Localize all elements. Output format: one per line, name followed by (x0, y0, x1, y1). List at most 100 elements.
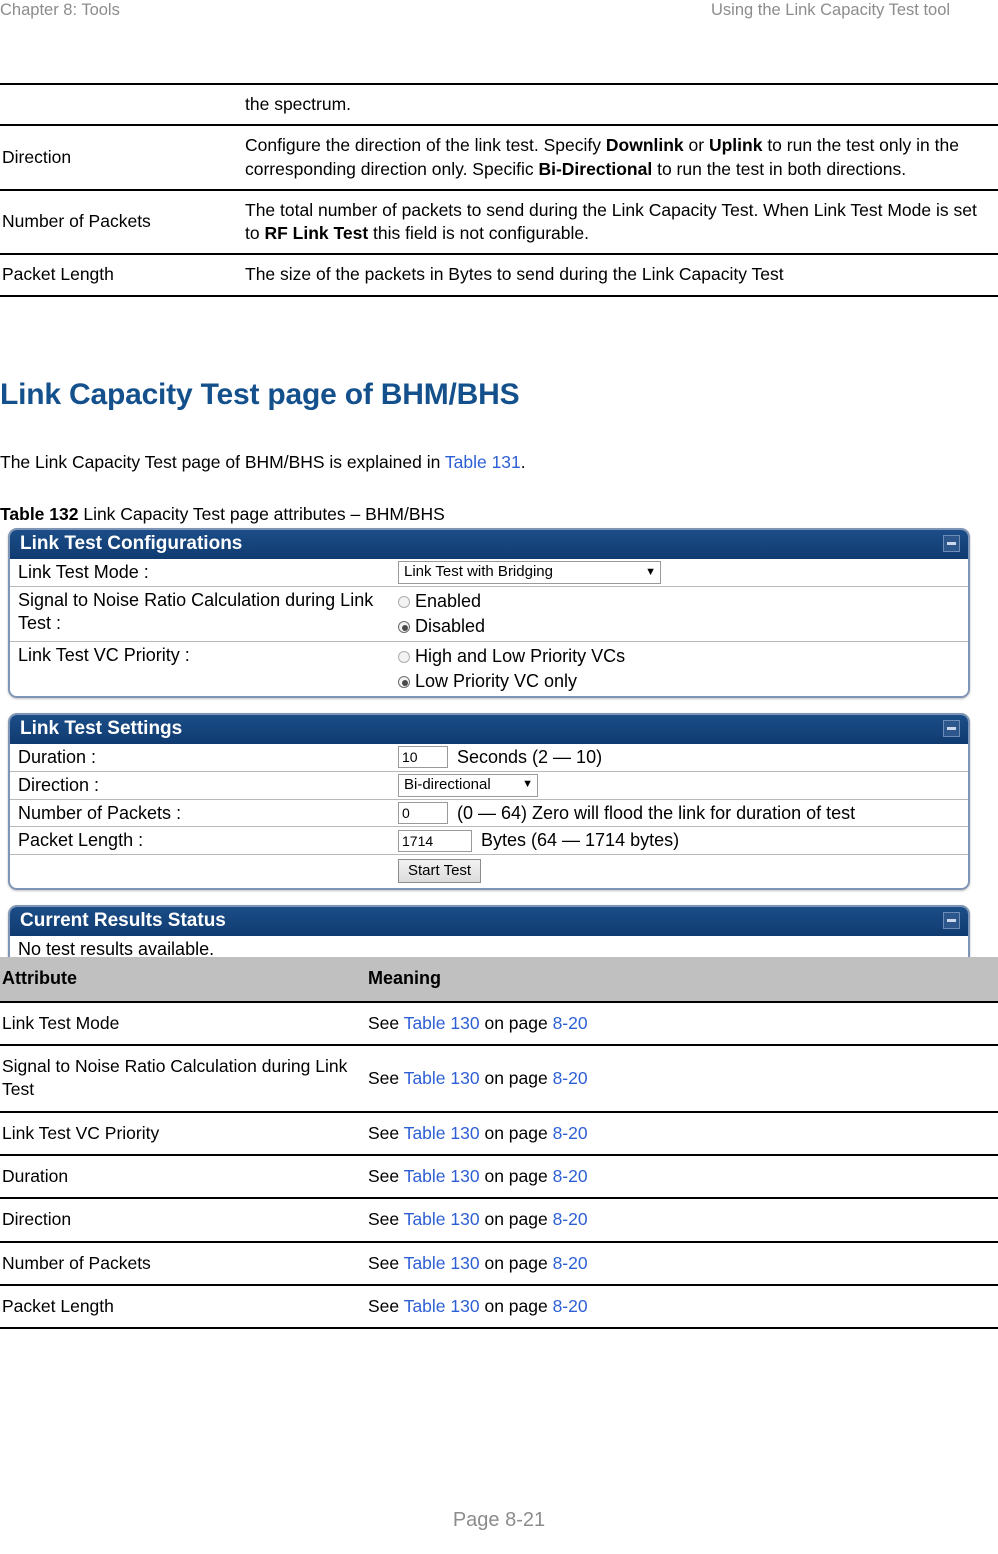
table-130-crossref[interactable]: Table 130 (404, 1068, 480, 1088)
table-130-crossref[interactable]: Table 130 (404, 1123, 480, 1143)
cell-meaning: The total number of packets to send duri… (212, 190, 998, 255)
link-test-configurations-panel: Link Test Configurations Link Test Mode … (8, 528, 970, 699)
page-8-20-crossref[interactable]: 8-20 (553, 1296, 588, 1316)
page-8-20-crossref[interactable]: 8-20 (553, 1068, 588, 1088)
duration-input[interactable]: 10 (398, 746, 448, 769)
vc-low-only-label: Low Priority VC only (415, 671, 578, 692)
direction-row: Direction : Bi-directional ▼ (10, 772, 968, 800)
radio-icon (398, 595, 410, 608)
snr-disabled-label: Disabled (415, 616, 486, 637)
on-page-text: on page (479, 1295, 553, 1316)
page-8-20-crossref[interactable]: 8-20 (553, 1013, 588, 1033)
snr-calculation-row: Signal to Noise Ratio Calculation during… (10, 587, 968, 643)
table-130-crossref[interactable]: Table 130 (404, 1166, 480, 1186)
cell-meaning: See Table 130 on page 8-20 (368, 1155, 998, 1198)
table-row: Direction Configure the direction of the … (0, 125, 998, 190)
table-130-crossref[interactable]: Table 130 (404, 1253, 480, 1273)
see-prefix: See (368, 1012, 404, 1033)
meaning-text: or (683, 135, 709, 156)
see-prefix: See (368, 1166, 404, 1186)
chevron-down-icon: ▼ (522, 778, 533, 791)
page-8-20-crossref[interactable]: 8-20 (553, 1166, 588, 1186)
start-test-button[interactable]: Start Test (398, 859, 482, 884)
emphasis-term: Uplink (708, 135, 763, 156)
duration-value: 10 Seconds (2 — 10) (398, 744, 968, 771)
emphasis-term: Bi-Directional (538, 158, 653, 179)
duration-row: Duration : 10 Seconds (2 — 10) (10, 744, 968, 772)
top-table-body: the spectrum. Direction Configure the dire… (0, 84, 998, 296)
packet-length-hint: Bytes (64 — 1714 bytes) (481, 830, 680, 851)
meaning-text: Configure the direction of the link test… (245, 135, 606, 156)
cell-meaning: See Table 130 on page 8-20 (368, 1045, 998, 1112)
see-prefix: See (368, 1252, 404, 1273)
packet-length-label: Packet Length : (18, 830, 144, 851)
table-header-row: Attribute Meaning (0, 957, 998, 1002)
link-test-settings-panel: Link Test Settings Duration : 10 Seconds… (8, 713, 970, 891)
packet-length-value: 1714 Bytes (64 — 1714 bytes) (398, 827, 968, 854)
table-130-crossref[interactable]: Table 130 (404, 1209, 480, 1229)
see-prefix: See (368, 1295, 404, 1316)
chevron-down-icon: ▼ (645, 565, 656, 578)
link-test-mode-value: Link Test with Bridging ▼ (398, 559, 968, 586)
packet-length-row: Packet Length : 1714 Bytes (64 — 1714 by… (10, 827, 968, 856)
panel2-body: Duration : 10 Seconds (2 — 10) Direction… (10, 744, 968, 889)
snr-enabled-option[interactable]: Enabled (398, 589, 964, 614)
page-8-20-crossref[interactable]: 8-20 (553, 1253, 588, 1273)
table-caption: Table 132 Link Capacity Test page attrib… (0, 504, 445, 525)
panel-title-label: Current Results Status (20, 910, 226, 932)
attr-table-body: Link Test Mode See Table 130 on page 8-20… (0, 1002, 998, 1329)
direction-label: Direction : (18, 774, 100, 795)
cell-meaning: The size of the packets in Bytes to send… (212, 254, 998, 295)
cell-meaning: the spectrum. (212, 84, 998, 125)
duration-hint: Seconds (2 — 10) (457, 747, 603, 768)
number-of-packets-hint: (0 — 64) Zero will flood the link for du… (457, 802, 856, 823)
snr-enabled-label: Enabled (415, 591, 482, 611)
link-test-mode-select[interactable]: Link Test with Bridging ▼ (398, 561, 661, 584)
cell-attribute: Packet Length (2, 264, 114, 285)
table-130-crossref[interactable]: Table 130 (404, 1013, 480, 1033)
table-131-crossref[interactable]: Table 131 (445, 452, 521, 472)
vc-low-only-option[interactable]: Low Priority VC only (398, 669, 964, 694)
minus-icon[interactable] (943, 720, 960, 738)
start-test-row: Start Test (10, 855, 968, 888)
direction-value: Bi-directional ▼ (398, 772, 968, 799)
radio-selected-icon (398, 675, 410, 688)
table-130-crossref[interactable]: Table 130 (404, 1296, 480, 1316)
on-page-text: on page (479, 1067, 553, 1088)
meaning-text: this field is not configurable. (368, 223, 590, 244)
snr-calculation-label: Signal to Noise Ratio Calculation during… (18, 590, 374, 633)
radio-icon (398, 650, 410, 663)
on-page-text: on page (479, 1012, 553, 1033)
cell-attribute: Link Test VC Priority (2, 1122, 160, 1143)
intro-text-before: The Link Capacity Test page of BHM/BHS i… (0, 452, 445, 472)
link-test-mode-label: Link Test Mode : (18, 562, 149, 582)
snr-disabled-option[interactable]: Disabled (398, 614, 964, 639)
cell-attribute: Direction (2, 1209, 72, 1230)
table-row: Direction See Table 130 on page 8-20 (0, 1198, 998, 1242)
page-title: Link Capacity Test page of BHM/BHS (0, 378, 520, 411)
direction-select[interactable]: Bi-directional ▼ (398, 773, 538, 797)
packet-length-input[interactable]: 1714 (398, 829, 472, 852)
cell-meaning: Configure the direction of the link test… (212, 125, 998, 190)
panel1-body: Link Test Mode : Link Test with Bridging… (10, 559, 968, 697)
cell-meaning: See Table 130 on page 8-20 (368, 1242, 998, 1285)
number-of-packets-input[interactable]: 0 (398, 802, 448, 825)
snr-calculation-options: Enabled Disabled (398, 587, 968, 641)
minus-icon[interactable] (943, 912, 960, 930)
column-header-attribute: Attribute (0, 957, 368, 1002)
table-caption-text: Link Capacity Test page attributes – BHM… (78, 504, 445, 524)
intro-text-after: . (520, 452, 526, 472)
vc-high-low-option[interactable]: High and Low Priority VCs (398, 644, 964, 669)
emphasis-term: Downlink (605, 135, 684, 156)
table-row: Packet Length The size of the packets in … (0, 254, 998, 296)
number-of-packets-value: 0 (0 — 64) Zero will flood the link for … (398, 800, 968, 827)
table-row: Duration See Table 130 on page 8-20 (0, 1155, 998, 1199)
page-8-20-crossref[interactable]: 8-20 (553, 1123, 588, 1143)
page-8-20-crossref[interactable]: 8-20 (553, 1209, 588, 1229)
minus-icon[interactable] (943, 535, 960, 552)
see-prefix: See (368, 1122, 404, 1143)
cell-meaning: See Table 130 on page 8-20 (368, 1002, 998, 1045)
page-footer: Page 8-21 (452, 1509, 546, 1531)
link-capacity-attributes-table: Attribute Meaning Link Test Mode See Tabl… (0, 957, 998, 1329)
table-row: Signal to Noise Ratio Calculation during… (0, 1045, 998, 1112)
